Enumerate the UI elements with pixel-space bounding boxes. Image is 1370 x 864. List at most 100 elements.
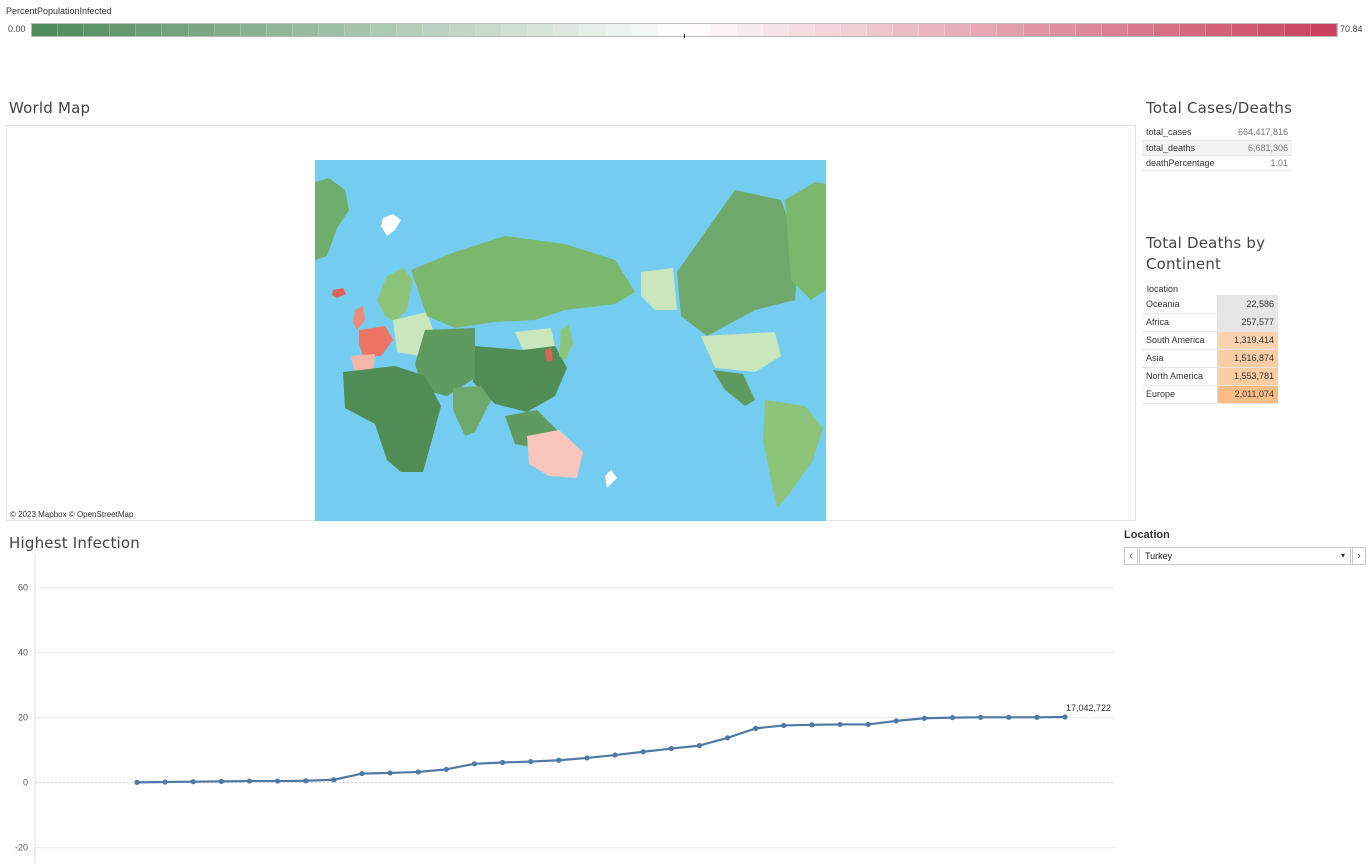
data-point[interactable] — [584, 755, 590, 761]
table-row[interactable]: deathPercentage 1.01 — [1142, 155, 1292, 171]
data-point[interactable] — [471, 761, 478, 767]
data-label: 17,042,722 — [1066, 703, 1111, 713]
y-tick-label: -20 — [15, 843, 28, 853]
data-point[interactable] — [1006, 714, 1012, 720]
table-row[interactable]: South America 1,319,414 — [1142, 331, 1278, 350]
table-row[interactable]: Oceania 22,586 — [1142, 295, 1278, 314]
data-point[interactable] — [893, 718, 899, 724]
legend-swatch — [110, 24, 137, 36]
chevron-down-icon: ▾ — [1340, 551, 1345, 560]
legend-swatch — [867, 24, 894, 36]
table-row[interactable]: total_cases 664,417,816 — [1142, 125, 1292, 141]
data-point[interactable] — [218, 778, 224, 784]
legend-swatch — [632, 24, 659, 36]
table-row[interactable]: North America 1,553,781 — [1142, 367, 1278, 386]
map-title: World Map — [9, 99, 91, 117]
legend-swatch — [945, 24, 972, 36]
next-location-button[interactable]: › — [1352, 547, 1366, 565]
legend-swatch — [292, 24, 320, 36]
data-point[interactable] — [190, 779, 196, 785]
data-point[interactable] — [696, 743, 703, 749]
location-filter-label: Location — [1124, 529, 1170, 541]
continents-title: Total Deaths by Continent — [1146, 233, 1265, 275]
data-point[interactable] — [949, 715, 956, 721]
previous-location-button[interactable]: ‹ — [1124, 547, 1138, 565]
legend-title: PercentPopulationInfected — [6, 6, 112, 16]
legend-swatch — [371, 24, 398, 36]
chart-title: Highest Infection — [9, 534, 140, 552]
data-point[interactable] — [443, 766, 449, 772]
data-point[interactable] — [162, 779, 168, 785]
data-point[interactable] — [303, 778, 309, 784]
legend-swatch — [214, 24, 241, 36]
data-point[interactable] — [246, 778, 253, 784]
data-point[interactable] — [640, 749, 646, 755]
data-point[interactable] — [724, 735, 731, 741]
chevron-right-icon: › — [1357, 550, 1361, 562]
data-point[interactable] — [837, 721, 843, 728]
data-point[interactable] — [612, 752, 618, 758]
data-point[interactable] — [1062, 714, 1068, 720]
legend-swatch — [997, 24, 1024, 36]
continent-name: Europe — [1142, 385, 1218, 404]
world-map[interactable] — [315, 160, 826, 521]
legend-swatch — [58, 24, 85, 36]
data-point[interactable] — [387, 770, 393, 776]
data-point[interactable] — [809, 722, 815, 728]
data-point[interactable] — [331, 777, 337, 783]
table-row[interactable]: Europe 2,011,074 — [1142, 385, 1278, 404]
continent-name: Asia — [1142, 349, 1218, 368]
legend-swatch — [1127, 24, 1155, 36]
y-tick-label: 40 — [18, 648, 28, 658]
table-row[interactable]: total_deaths 6,681,306 — [1142, 140, 1292, 156]
data-point[interactable] — [781, 722, 787, 729]
continent-deaths: 1,553,781 — [1217, 367, 1278, 386]
table-row[interactable]: Asia 1,516,874 — [1142, 349, 1278, 368]
y-tick-label: 0 — [23, 778, 28, 788]
data-point[interactable] — [865, 721, 871, 728]
legend-swatch — [136, 24, 163, 36]
continent-deaths: 257,577 — [1217, 313, 1278, 332]
continent-deaths: 1,516,874 — [1217, 349, 1278, 368]
data-point[interactable] — [134, 779, 140, 785]
legend-swatch — [840, 24, 867, 36]
continents-title-line1: Total Deaths by — [1146, 234, 1266, 252]
legend-swatch — [1023, 24, 1050, 36]
legend-min-label: 0.00 — [8, 24, 26, 34]
data-point[interactable] — [668, 745, 674, 752]
legend-swatch — [527, 24, 554, 36]
legend-swatch — [684, 24, 711, 36]
totals-label: total_cases — [1142, 125, 1228, 141]
totals-value: 1.01 — [1227, 155, 1292, 171]
legend-swatch — [240, 24, 267, 36]
data-point[interactable] — [528, 758, 534, 765]
legend-swatch — [266, 24, 293, 36]
world-map-panel[interactable]: © 2023 Mapbox © OpenStreetMap — [6, 125, 1136, 521]
data-point[interactable] — [921, 715, 927, 721]
data-point[interactable] — [1034, 714, 1040, 720]
legend-swatch — [345, 24, 372, 36]
legend-swatch — [475, 24, 502, 36]
continent-deaths: 22,586 — [1217, 295, 1278, 314]
legend-swatch — [1101, 24, 1128, 36]
totals-table: total_cases 664,417,816 total_deaths 6,6… — [1142, 125, 1292, 171]
continent-name: South America — [1142, 331, 1218, 350]
y-tick-label: 60 — [18, 583, 28, 593]
location-dropdown[interactable]: Turkey ▾ — [1139, 547, 1351, 565]
legend-swatch — [1180, 24, 1207, 36]
table-row[interactable]: Africa 257,577 — [1142, 313, 1278, 332]
data-point[interactable] — [415, 769, 421, 775]
legend-swatch — [449, 24, 476, 36]
data-point[interactable] — [978, 714, 984, 720]
data-point[interactable] — [753, 725, 759, 731]
highest-infection-chart[interactable]: 60 40 20 0 -20 17,042,722 — [0, 555, 1125, 864]
data-point[interactable] — [499, 759, 506, 766]
map-attribution[interactable]: © 2023 Mapbox © OpenStreetMap — [10, 510, 133, 519]
legend-swatch — [971, 24, 998, 36]
legend-swatch — [501, 24, 528, 36]
data-point[interactable] — [275, 778, 281, 784]
data-point[interactable] — [556, 757, 562, 763]
legend-swatch — [658, 24, 685, 36]
totals-label: deathPercentage — [1142, 155, 1228, 171]
data-point[interactable] — [359, 770, 365, 777]
